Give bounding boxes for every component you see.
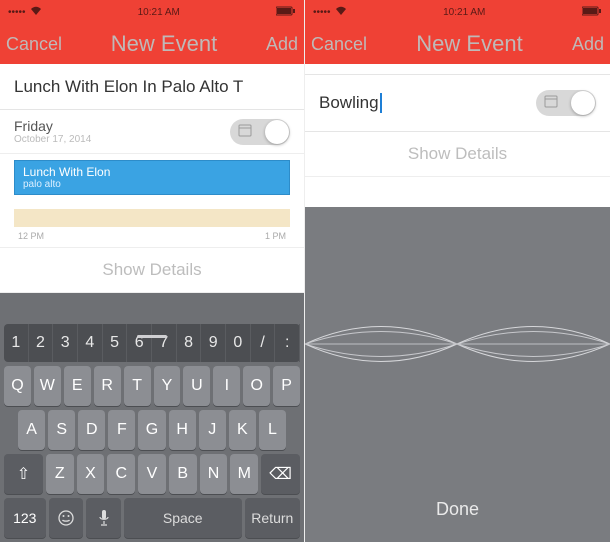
key-v[interactable]: V bbox=[138, 454, 166, 494]
key-f[interactable]: F bbox=[108, 410, 135, 450]
keyboard-number-row: 1 2 3 4 5 6 7 8 9 0 / : bbox=[4, 324, 300, 362]
nav-bar: Cancel New Event Add bbox=[0, 24, 304, 64]
key-q[interactable]: Q bbox=[4, 366, 31, 406]
page-title: New Event bbox=[111, 31, 217, 57]
event-title-text: Bowling bbox=[319, 93, 379, 113]
toggle-knob bbox=[265, 120, 289, 144]
key-colon[interactable]: : bbox=[275, 324, 300, 362]
calendar-icon bbox=[544, 94, 558, 111]
key-r[interactable]: R bbox=[94, 366, 121, 406]
wifi-icon bbox=[30, 6, 42, 19]
page-title: New Event bbox=[416, 31, 522, 57]
key-7[interactable]: 7 bbox=[152, 324, 177, 362]
cancel-button[interactable]: Cancel bbox=[311, 34, 367, 55]
keyboard-handle[interactable] bbox=[137, 335, 167, 338]
key-e[interactable]: E bbox=[64, 366, 91, 406]
key-2[interactable]: 2 bbox=[29, 324, 54, 362]
add-button[interactable]: Add bbox=[266, 34, 298, 55]
status-bar: ••••• 10:21 AM bbox=[0, 0, 304, 24]
text-cursor bbox=[380, 93, 382, 113]
key-a[interactable]: A bbox=[18, 410, 45, 450]
key-c[interactable]: C bbox=[107, 454, 135, 494]
key-space[interactable]: Space bbox=[124, 498, 242, 538]
event-title-input[interactable]: Bowling bbox=[305, 74, 610, 132]
nav-bar: Cancel New Event Add bbox=[305, 24, 610, 64]
key-b[interactable]: B bbox=[169, 454, 197, 494]
phone-left: ••••• 10:21 AM Cancel New Event Add Lunc… bbox=[0, 0, 305, 542]
key-x[interactable]: X bbox=[77, 454, 105, 494]
key-n[interactable]: N bbox=[200, 454, 228, 494]
key-8[interactable]: 8 bbox=[177, 324, 202, 362]
show-details-button[interactable]: Show Details bbox=[0, 248, 304, 293]
event-chip[interactable]: Lunch With Elon palo alto bbox=[14, 160, 290, 195]
key-6[interactable]: 6 bbox=[127, 324, 152, 362]
date-full: October 17, 2014 bbox=[14, 134, 91, 145]
time-end: 1 PM bbox=[265, 231, 286, 241]
spacer bbox=[305, 177, 610, 207]
key-y[interactable]: Y bbox=[154, 366, 181, 406]
key-t[interactable]: T bbox=[124, 366, 151, 406]
signal-icon: ••••• bbox=[8, 7, 26, 18]
date-row: Friday October 17, 2014 bbox=[0, 110, 304, 154]
status-time: 10:21 AM bbox=[138, 7, 180, 18]
key-h[interactable]: H bbox=[169, 410, 196, 450]
status-time: 10:21 AM bbox=[443, 7, 485, 18]
key-u[interactable]: U bbox=[183, 366, 210, 406]
battery-icon bbox=[276, 6, 296, 19]
event-chip-sub: palo alto bbox=[23, 179, 281, 190]
key-1[interactable]: 1 bbox=[4, 324, 29, 362]
key-j[interactable]: J bbox=[199, 410, 226, 450]
key-m[interactable]: M bbox=[230, 454, 258, 494]
cancel-button[interactable]: Cancel bbox=[6, 34, 62, 55]
battery-icon bbox=[582, 6, 602, 19]
key-backspace[interactable]: ⌫ bbox=[261, 454, 300, 494]
key-9[interactable]: 9 bbox=[201, 324, 226, 362]
event-title-text: Lunch With Elon In Palo Alto T bbox=[14, 77, 243, 97]
key-0[interactable]: 0 bbox=[226, 324, 251, 362]
time-labels: 12 PM 1 PM bbox=[0, 229, 304, 248]
key-o[interactable]: O bbox=[243, 366, 270, 406]
done-button[interactable]: Done bbox=[305, 481, 610, 542]
status-bar: ••••• 10:21 AM bbox=[305, 0, 610, 24]
key-w[interactable]: W bbox=[34, 366, 61, 406]
key-mic[interactable] bbox=[86, 498, 121, 538]
key-s[interactable]: S bbox=[48, 410, 75, 450]
toggle-knob bbox=[571, 91, 595, 115]
add-button[interactable]: Add bbox=[572, 34, 604, 55]
allday-toggle[interactable] bbox=[230, 119, 290, 145]
key-4[interactable]: 4 bbox=[78, 324, 103, 362]
show-details-button[interactable]: Show Details bbox=[305, 132, 610, 177]
keyboard: 1 2 3 4 5 6 7 8 9 0 / : Q W E R T Y U I … bbox=[0, 293, 304, 542]
key-5[interactable]: 5 bbox=[103, 324, 128, 362]
timeline-bar bbox=[14, 209, 290, 227]
key-p[interactable]: P bbox=[273, 366, 300, 406]
event-title-input[interactable]: Lunch With Elon In Palo Alto T bbox=[0, 64, 304, 110]
key-shift[interactable]: ⇧ bbox=[4, 454, 43, 494]
allday-toggle[interactable] bbox=[536, 90, 596, 116]
key-return[interactable]: Return bbox=[245, 498, 300, 538]
key-g[interactable]: G bbox=[138, 410, 165, 450]
siri-waveform[interactable] bbox=[305, 207, 610, 481]
key-l[interactable]: L bbox=[259, 410, 286, 450]
key-d[interactable]: D bbox=[78, 410, 105, 450]
key-k[interactable]: K bbox=[229, 410, 256, 450]
key-z[interactable]: Z bbox=[46, 454, 74, 494]
key-123[interactable]: 123 bbox=[4, 498, 46, 538]
date-day: Friday bbox=[14, 118, 91, 134]
signal-icon: ••••• bbox=[313, 7, 331, 18]
time-start: 12 PM bbox=[18, 231, 44, 241]
key-emoji[interactable] bbox=[49, 498, 84, 538]
wifi-icon bbox=[335, 6, 347, 19]
key-3[interactable]: 3 bbox=[53, 324, 78, 362]
event-chip-title: Lunch With Elon bbox=[23, 165, 281, 179]
key-slash[interactable]: / bbox=[251, 324, 276, 362]
calendar-icon bbox=[238, 123, 252, 140]
phone-right: ••••• 10:21 AM Cancel New Event Add Bowl… bbox=[305, 0, 610, 542]
key-i[interactable]: I bbox=[213, 366, 240, 406]
